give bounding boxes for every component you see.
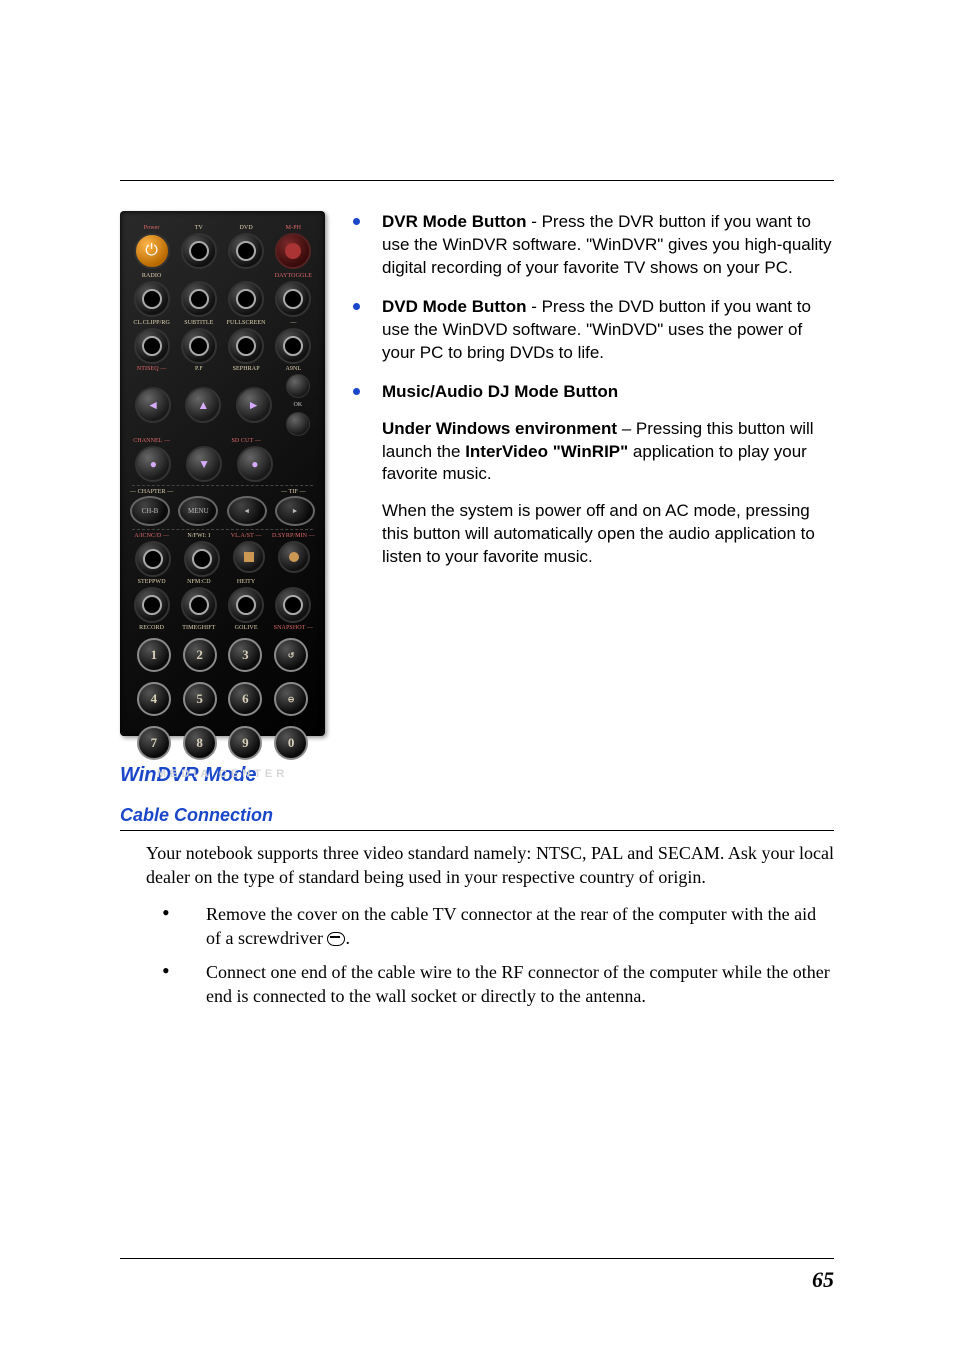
remote-button-icon [181, 328, 217, 364]
bullet-icon [353, 388, 360, 395]
play-button-icon [278, 541, 310, 573]
bullet-icon: • [162, 960, 206, 1009]
remote-label-row: NTISEQ — P.F SEPHRAP A9NL [128, 366, 317, 372]
page-footer: 65 [120, 1258, 834, 1293]
header-rule [120, 180, 834, 181]
instruction-list: • Remove the cover on the cable TV conne… [162, 902, 834, 1009]
remote-brand-label: MEDIA CENTER [128, 768, 317, 780]
bullet-icon [353, 218, 360, 225]
num-6: 6 [228, 682, 262, 716]
lastch-button-icon: ↺ [274, 638, 308, 672]
dvd-button-icon [228, 233, 264, 269]
dash-button-icon: ⊖ [274, 682, 308, 716]
dvd-title: DVD Mode Button [382, 297, 526, 316]
remote-label-row: RADIO DAYTOGGLE [128, 273, 317, 279]
track-next-icon: ► [275, 496, 315, 526]
music-env-label: Under Windows environment [382, 419, 617, 438]
bullet-icon: • [162, 902, 206, 951]
remote-label-row: CHANNEL — SD CUT — [128, 438, 317, 444]
chapter-prev-icon: CH-B [130, 496, 170, 526]
list-item: DVD Mode Button - Press the DVD button i… [353, 296, 834, 365]
daytoggle-button-icon [275, 281, 311, 317]
remote-button-icon [184, 541, 220, 577]
remote-button-icon [181, 587, 217, 623]
feature-list: DVR Mode Button - Press the DVR button i… [353, 211, 834, 585]
num-1: 1 [137, 638, 171, 672]
right-arrow-icon: ► [236, 387, 272, 423]
up-arrow-icon: ▲ [185, 387, 221, 423]
remote-label-row: — CHAPTER — — TIF — [128, 489, 317, 495]
remote-button-icon [228, 328, 264, 364]
music-p2: When the system is power off and on AC m… [382, 500, 834, 569]
bullet-icon [353, 303, 360, 310]
remote-numpad: 1 2 3 ↺ 4 5 6 ⊖ 7 8 9 0 [128, 632, 317, 760]
remote-button-icon [228, 281, 264, 317]
num-5: 5 [183, 682, 217, 716]
music-title: Music/Audio DJ Mode Button [382, 382, 618, 401]
num-7: 7 [137, 726, 171, 760]
stop-button-icon [233, 541, 265, 573]
ok-label: OK [294, 402, 303, 408]
audio-button-icon [275, 233, 311, 269]
cable-connection-heading: Cable Connection [120, 805, 834, 826]
ok-button-icon: ● [237, 446, 273, 482]
list-item: • Connect one end of the cable wire to t… [162, 960, 834, 1009]
num-0: 0 [274, 726, 308, 760]
list-item: Music/Audio DJ Mode Button Under Windows… [353, 381, 834, 570]
num-9: 9 [228, 726, 262, 760]
tv-button-icon [181, 233, 217, 269]
remote-label-row: CL.CLIPP/RG SUBTITLE FULLSCREEN — [128, 320, 317, 326]
vol-down-icon [286, 412, 310, 436]
remote-label-row: Power TV DVD M-PH [128, 225, 317, 231]
remote-button-icon [181, 281, 217, 317]
screwdriver-coin-icon [327, 932, 345, 946]
cable-intro: Your notebook supports three video stand… [146, 841, 834, 890]
remote-divider [132, 485, 313, 486]
remote-button-icon [275, 587, 311, 623]
num-8: 8 [183, 726, 217, 760]
remote-button-icon [275, 328, 311, 364]
remote-button-icon [135, 541, 171, 577]
power-button-icon [134, 233, 170, 269]
remote-control-image: Power TV DVD M-PH RADIO DAYTOGGLE [120, 211, 325, 736]
remote-label-row: STEPPWD NFM:CD HEITY [128, 579, 317, 585]
cancel-button-icon: ● [135, 446, 171, 482]
menu-button-icon: MENU [178, 496, 218, 526]
left-arrow-icon: ◄ [135, 387, 171, 423]
list-item: • Remove the cover on the cable TV conne… [162, 902, 834, 951]
remote-button-icon [134, 587, 170, 623]
remote-button-icon [134, 328, 170, 364]
instruction-text: Connect one end of the cable wire to the… [206, 960, 834, 1009]
instruction-text: . [345, 928, 350, 948]
down-arrow-icon: ▼ [186, 446, 222, 482]
track-prev-icon: ◄ [227, 496, 267, 526]
section-rule [120, 830, 834, 831]
num-3: 3 [228, 638, 262, 672]
footer-rule [120, 1258, 834, 1259]
vol-up-icon [286, 374, 310, 398]
radio-button-icon [134, 281, 170, 317]
remote-divider [132, 529, 313, 530]
remote-label-row: A/ICNC/D — N/FWI: I VL.A/ST — D.SYRP/MIN… [128, 533, 317, 539]
num-4: 4 [137, 682, 171, 716]
instruction-text: Remove the cover on the cable TV connect… [206, 904, 816, 948]
list-item: DVR Mode Button - Press the DVR button i… [353, 211, 834, 280]
num-2: 2 [183, 638, 217, 672]
remote-button-icon [228, 587, 264, 623]
page-number: 65 [120, 1267, 834, 1293]
intro-paragraph: Your notebook supports three video stand… [146, 841, 834, 890]
remote-label-row: RECORD TIMEGHIFT GOLIVE SNAPSHOT — [128, 625, 317, 631]
two-column-block: Power TV DVD M-PH RADIO DAYTOGGLE [120, 211, 834, 736]
winrip-label: InterVideo "WinRIP" [465, 442, 628, 461]
dvr-title: DVR Mode Button [382, 212, 526, 231]
